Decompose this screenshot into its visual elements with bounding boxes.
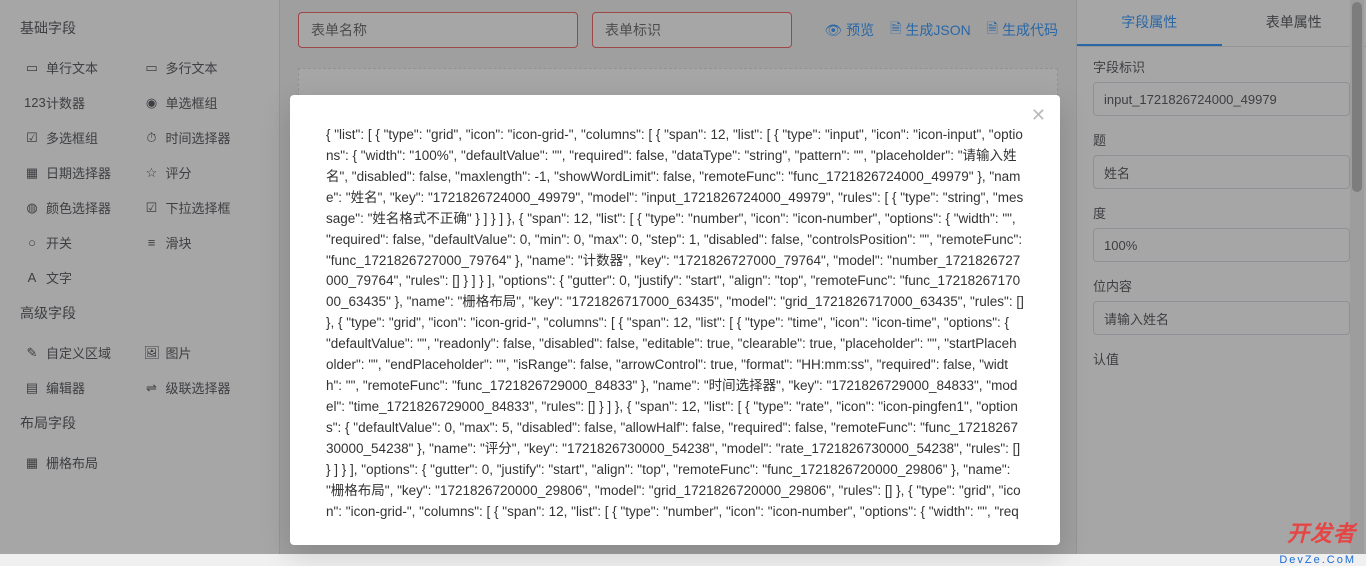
json-output-text: { "list": [ { "type": "grid", "icon": "i…: [326, 125, 1024, 525]
json-modal: ✕ { "list": [ { "type": "grid", "icon": …: [290, 95, 1060, 545]
watermark-domain: DevZe.CoM: [1279, 554, 1356, 566]
close-icon[interactable]: ✕: [1031, 105, 1046, 126]
watermark-logo: 开发者: [1287, 516, 1356, 548]
